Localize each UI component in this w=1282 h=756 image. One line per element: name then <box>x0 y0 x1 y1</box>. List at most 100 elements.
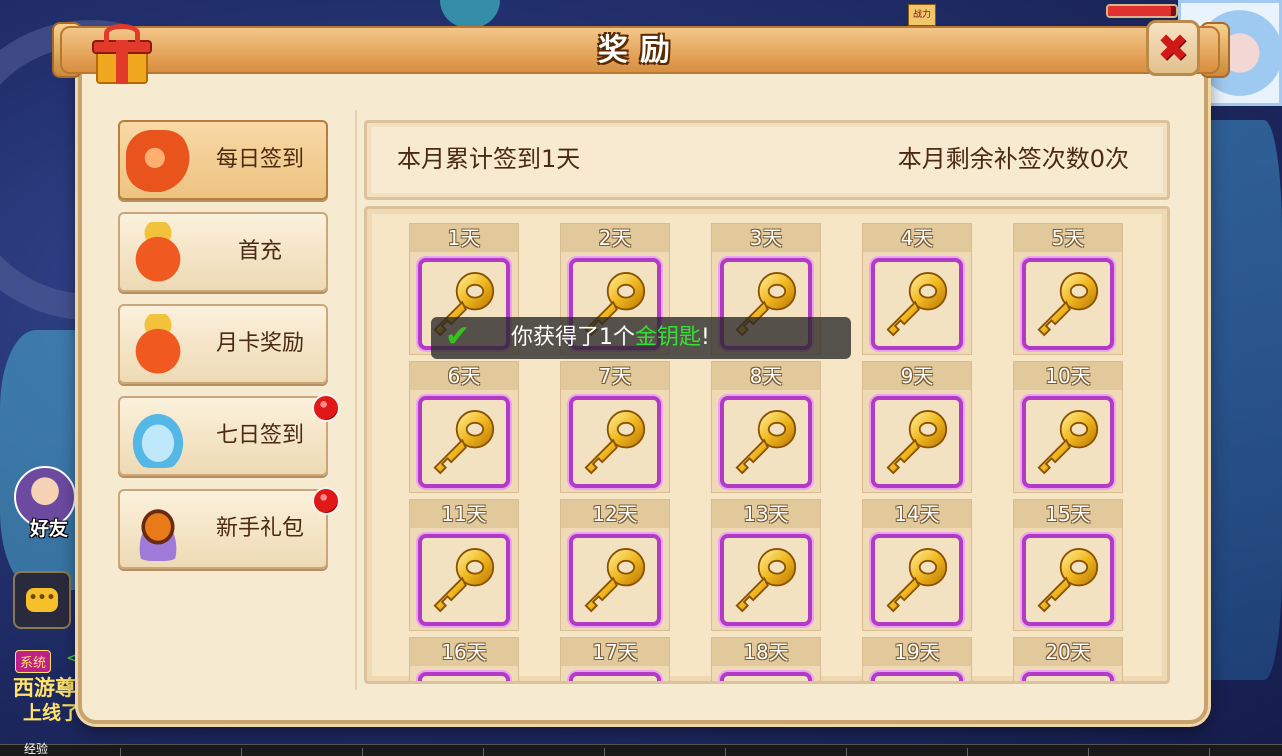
money-bag-icon <box>126 314 190 376</box>
day-label: 9天 <box>863 362 971 390</box>
gold-key-icon <box>1037 272 1099 337</box>
reward-item-frame[interactable] <box>871 672 963 684</box>
reward-item-frame[interactable] <box>569 396 661 488</box>
reward-cell-day-20[interactable]: 20天 <box>1013 637 1123 684</box>
day-label: 4天 <box>863 224 971 252</box>
day-label: 12天 <box>561 500 669 528</box>
reward-item-frame[interactable] <box>569 672 661 684</box>
nav-item-4[interactable]: 七日签到 <box>118 394 340 476</box>
hp-bar <box>1106 4 1178 18</box>
reward-item-frame[interactable] <box>720 672 812 684</box>
nav-item-1[interactable]: 每日签到 <box>118 120 328 200</box>
reward-cell-day-14[interactable]: 14天 <box>862 499 972 631</box>
reward-item-frame[interactable] <box>418 534 510 626</box>
day-label: 3天 <box>712 224 820 252</box>
day-label: 16天 <box>410 638 518 666</box>
reward-toast: ✔ 你获得了1个金钥匙! <box>431 317 851 359</box>
nav-item-3[interactable]: 月卡奖励 <box>118 304 328 384</box>
gold-key-icon <box>875 676 959 684</box>
reward-item-frame[interactable] <box>418 672 510 681</box>
gift-box-icon <box>92 24 152 86</box>
gold-key-icon <box>886 272 948 337</box>
exp-bar-tick <box>1209 748 1210 756</box>
reward-cell-day-10[interactable]: 10天 <box>1013 361 1123 493</box>
exp-bar-tick <box>241 748 242 756</box>
reward-cell-day-5[interactable]: 5天 <box>1013 223 1123 355</box>
reward-cell-day-13[interactable]: 13天 <box>711 499 821 631</box>
reward-item-frame[interactable] <box>871 534 963 626</box>
reward-item-frame[interactable] <box>1022 672 1114 684</box>
gold-key-icon <box>735 410 797 475</box>
nav-item-label: 七日签到 <box>215 423 304 448</box>
reward-cell-day-12[interactable]: 12天 <box>560 499 670 631</box>
reward-cell-day-17[interactable]: 17天 <box>560 637 670 684</box>
day-label: 7天 <box>561 362 669 390</box>
reward-item-frame[interactable] <box>418 396 510 488</box>
exp-bar-tick <box>120 748 121 756</box>
reward-item-frame[interactable] <box>720 396 812 488</box>
reward-item-frame[interactable] <box>1022 396 1114 488</box>
gold-key-icon <box>573 676 657 684</box>
nav-item-label: 新手礼包 <box>215 516 304 541</box>
dragon-egg-icon <box>126 499 190 561</box>
reward-cell-day-11[interactable]: 11天 <box>409 499 519 631</box>
exp-bar-tick <box>1088 748 1089 756</box>
blue-bag-icon <box>126 406 190 468</box>
reward-item-frame[interactable] <box>1022 258 1114 350</box>
reward-cell-day-19[interactable]: 19天 <box>862 637 972 684</box>
reward-cell-day-15[interactable]: 15天 <box>1013 499 1123 631</box>
dialog-title: 奖励 <box>598 33 682 68</box>
reward-cell-day-4[interactable]: 4天 <box>862 223 972 355</box>
day-label: 8天 <box>712 362 820 390</box>
exp-bar <box>0 744 1282 756</box>
daily-reward-grid[interactable]: 1天 2天 3天 4天 5天 6天 7天 8天 9天 10天 11天 12天 13天 14天 15天 16天 1… <box>364 206 1170 684</box>
gold-key-icon <box>886 410 948 475</box>
day-label: 5天 <box>1014 224 1122 252</box>
toast-message: 你获得了1个金钥匙! <box>511 325 710 350</box>
reward-item-frame[interactable] <box>569 534 661 626</box>
reward-cell-day-9[interactable]: 9天 <box>862 361 972 493</box>
reward-item-frame[interactable] <box>871 258 963 350</box>
reward-item-frame[interactable] <box>720 534 812 626</box>
system-message-line2: 上线了 <box>23 702 81 724</box>
gold-key-icon <box>735 548 797 613</box>
gold-key-icon <box>1026 676 1110 684</box>
exp-label: 经验 <box>24 742 49 756</box>
close-button[interactable]: ✖ <box>1146 20 1200 76</box>
nav-item-2[interactable]: 首充 <box>118 212 328 292</box>
day-label: 19天 <box>863 638 971 666</box>
day-label: 6天 <box>410 362 518 390</box>
reward-cell-day-18[interactable]: 18天 <box>711 637 821 684</box>
reward-cell-day-7[interactable]: 7天 <box>560 361 670 493</box>
monthly-signin-count: 本月累计签到1天 <box>397 145 581 173</box>
notification-dot-icon <box>312 487 340 515</box>
day-label: 11天 <box>410 500 518 528</box>
notification-dot-icon <box>312 394 340 422</box>
day-label: 13天 <box>712 500 820 528</box>
power-badge-icon[interactable]: 战力 <box>908 4 936 26</box>
gold-key-icon <box>724 676 808 684</box>
signin-stats: 本月累计签到1天 本月剩余补签次数0次 <box>364 120 1170 200</box>
chat-button[interactable]: ••• <box>13 571 71 629</box>
lantern-icon <box>126 130 190 192</box>
reward-item-frame[interactable] <box>871 396 963 488</box>
day-label: 14天 <box>863 500 971 528</box>
gold-key-icon <box>1037 548 1099 613</box>
nav-item-label: 首充 <box>237 239 282 264</box>
day-label: 17天 <box>561 638 669 666</box>
exp-bar-tick <box>846 748 847 756</box>
friend-label[interactable]: 好友 <box>30 514 68 541</box>
reward-cell-day-16[interactable]: 16天 <box>409 637 519 681</box>
reward-item-frame[interactable] <box>1022 534 1114 626</box>
nav-item-5[interactable]: 新手礼包 <box>118 487 340 569</box>
gold-key-icon <box>886 548 948 613</box>
checkmark-icon: ✔ <box>445 319 471 354</box>
day-label: 18天 <box>712 638 820 666</box>
day-label: 20天 <box>1014 638 1122 666</box>
reward-cell-day-6[interactable]: 6天 <box>409 361 519 493</box>
dialog-title-bar: 奖励 <box>60 26 1220 74</box>
divider <box>355 110 357 690</box>
reward-cell-day-8[interactable]: 8天 <box>711 361 821 493</box>
day-label: 15天 <box>1014 500 1122 528</box>
gold-key-icon <box>433 410 495 475</box>
